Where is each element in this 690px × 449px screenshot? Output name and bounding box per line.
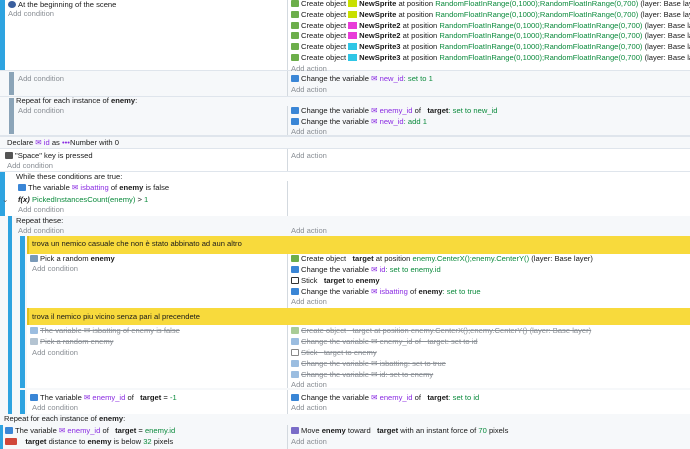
condition-pick-random[interactable]: Pick a random enemy bbox=[30, 254, 115, 264]
event-handle[interactable] bbox=[0, 425, 3, 449]
action-change-variable[interactable]: Change the variable ✉ id: set to enemy.i… bbox=[291, 265, 441, 275]
event-handle[interactable] bbox=[9, 72, 14, 95]
distance-icon bbox=[5, 438, 17, 445]
comment-2[interactable]: trova il nemico piu vicino senza pari al… bbox=[27, 308, 690, 326]
condition-variable[interactable]: The variable ✉ enemy_id of target = -1 bbox=[30, 393, 177, 403]
variable-icon bbox=[291, 75, 299, 82]
event-handle[interactable] bbox=[20, 308, 25, 388]
condition-pick-random-disabled[interactable]: Pick a random enemy bbox=[30, 337, 113, 347]
condition-variable-disabled[interactable]: The variable ✉ isbatting of enemy is fal… bbox=[30, 326, 180, 336]
action-change-variable[interactable]: Change the variable ✉ isbatting of enemy… bbox=[291, 287, 481, 297]
stick-icon bbox=[291, 349, 299, 356]
repeat-for-each-header[interactable]: Repeat for each instance of enemy: bbox=[4, 414, 125, 424]
add-action-link[interactable]: Add action bbox=[291, 297, 327, 307]
action-stick-disabled[interactable]: Stick target to enemy bbox=[291, 348, 377, 358]
event-handle[interactable] bbox=[0, 172, 5, 216]
declare-variable[interactable]: Declare ✉ id as •••Number with 0 bbox=[7, 138, 119, 148]
add-action-link[interactable]: Add action bbox=[291, 226, 327, 236]
variable-icon bbox=[291, 107, 299, 114]
repeat-for-each-header[interactable]: Repeat for each instance of enemy: bbox=[16, 96, 137, 106]
event-handle[interactable] bbox=[20, 390, 25, 414]
action-move-toward[interactable]: Move enemy toward target with an instant… bbox=[291, 426, 508, 436]
pick-icon bbox=[30, 338, 38, 345]
sprite-thumbnail-icon bbox=[348, 21, 358, 29]
variable-icon bbox=[5, 427, 13, 434]
add-condition-link[interactable]: Add condition bbox=[7, 161, 53, 171]
sprite-thumbnail-icon bbox=[348, 0, 358, 7]
variable-icon bbox=[291, 266, 299, 273]
event-handle[interactable] bbox=[20, 236, 25, 308]
add-condition-link[interactable]: Add condition bbox=[18, 106, 64, 116]
scene-icon bbox=[8, 1, 16, 8]
add-condition-link[interactable]: Add condition bbox=[18, 205, 64, 215]
event-handle[interactable] bbox=[0, 0, 5, 70]
action-change-variable[interactable]: Change the variable ✉ enemy_id of target… bbox=[291, 393, 479, 403]
create-object-icon bbox=[291, 32, 299, 40]
variable-icon bbox=[291, 118, 299, 125]
add-condition-link[interactable]: Add condition bbox=[18, 226, 64, 236]
action-create-object[interactable]: Create object NewSprite at position Rando… bbox=[291, 0, 690, 9]
add-action-link[interactable]: Add action bbox=[291, 85, 327, 95]
sub-events-handle[interactable] bbox=[8, 216, 12, 414]
repeat-these-label: Repeat these: bbox=[16, 216, 64, 225]
add-action-link[interactable]: Add action bbox=[291, 380, 327, 390]
event-handle[interactable] bbox=[9, 98, 14, 134]
variable-icon bbox=[291, 288, 299, 295]
comment-1[interactable]: trova un nemico casuale che non è stato … bbox=[27, 236, 690, 254]
create-object-icon bbox=[291, 255, 299, 262]
action-change-variable[interactable]: Change the variable ✉ enemy_id of target… bbox=[291, 106, 497, 116]
pick-icon bbox=[30, 255, 38, 262]
variable-icon bbox=[291, 360, 299, 367]
create-object-icon bbox=[291, 43, 299, 51]
variable-icon bbox=[18, 184, 26, 191]
force-icon bbox=[291, 427, 299, 434]
condition-compare[interactable]: f(x) PickedInstancesCount(enemy) > 1 bbox=[18, 195, 148, 205]
add-condition-link[interactable]: Add condition bbox=[32, 403, 78, 413]
action-create-object[interactable]: Create object NewSprite2 at position Rand… bbox=[291, 31, 690, 41]
sprite-thumbnail-icon bbox=[348, 10, 358, 18]
add-condition-link[interactable]: Add condition bbox=[18, 74, 64, 84]
variable-icon bbox=[30, 327, 38, 334]
create-object-icon bbox=[291, 21, 299, 29]
action-stick[interactable]: Stick target to enemy bbox=[291, 276, 380, 286]
action-change-variable[interactable]: Change the variable ✉ new_id: set to 1 bbox=[291, 74, 433, 84]
condition-variable[interactable]: The variable ✉ isbatting of enemy is fal… bbox=[18, 183, 169, 193]
action-change-variable-disabled[interactable]: Change the variable ✉ isbatting: set to … bbox=[291, 359, 446, 369]
add-condition-link[interactable]: Add condition bbox=[32, 348, 78, 358]
action-change-variable-disabled[interactable]: Change the variable ✉ enemy_id of target… bbox=[291, 337, 478, 347]
sprite-thumbnail-icon bbox=[348, 32, 358, 40]
action-create-object[interactable]: Create object NewSprite at position Rando… bbox=[291, 10, 690, 20]
add-action-link[interactable]: Add action bbox=[291, 403, 327, 413]
collapse-arrow-icon[interactable]: ⌄ bbox=[2, 195, 8, 205]
action-create-object-disabled[interactable]: Create object target at position enemy.C… bbox=[291, 326, 591, 336]
add-action-link[interactable]: Add action bbox=[291, 151, 327, 161]
condition-key-pressed[interactable]: "Space" key is pressed bbox=[5, 151, 93, 161]
variable-icon bbox=[291, 394, 299, 401]
variable-icon bbox=[291, 338, 299, 345]
create-object-icon bbox=[291, 0, 299, 7]
action-create-object[interactable]: Create object NewSprite3 at position Rand… bbox=[291, 53, 690, 63]
action-change-variable[interactable]: Change the variable ✉ new_id: add 1 bbox=[291, 117, 427, 127]
action-change-variable-disabled[interactable]: Change the variable ✉ id: set to enemy bbox=[291, 370, 433, 380]
condition-variable[interactable]: The variable ✉ enemy_id of target = enem… bbox=[5, 426, 175, 436]
sprite-thumbnail-icon bbox=[348, 54, 358, 61]
while-header[interactable]: While these conditions are true: bbox=[16, 172, 122, 182]
condition-distance[interactable]: target distance to enemy is below 32 pix… bbox=[5, 437, 173, 447]
add-action-link[interactable]: Add action bbox=[291, 437, 327, 447]
add-condition-link[interactable]: Add condition bbox=[32, 264, 78, 274]
action-create-object[interactable]: Create object NewSprite2 at position Rand… bbox=[291, 21, 690, 31]
sprite-thumbnail-icon bbox=[348, 43, 358, 51]
add-action-link[interactable]: Add action bbox=[291, 127, 327, 137]
create-object-icon bbox=[291, 327, 299, 334]
keyboard-icon bbox=[5, 152, 13, 159]
create-object-icon bbox=[291, 10, 299, 18]
create-object-icon bbox=[291, 54, 299, 61]
stick-icon bbox=[291, 277, 299, 284]
action-create-object[interactable]: Create object NewSprite3 at position Rand… bbox=[291, 42, 690, 52]
action-create-object[interactable]: Create object target at position enemy.C… bbox=[291, 254, 593, 264]
variable-icon bbox=[291, 371, 299, 378]
add-condition-link[interactable]: Add condition bbox=[8, 9, 54, 19]
variable-icon bbox=[30, 394, 38, 401]
